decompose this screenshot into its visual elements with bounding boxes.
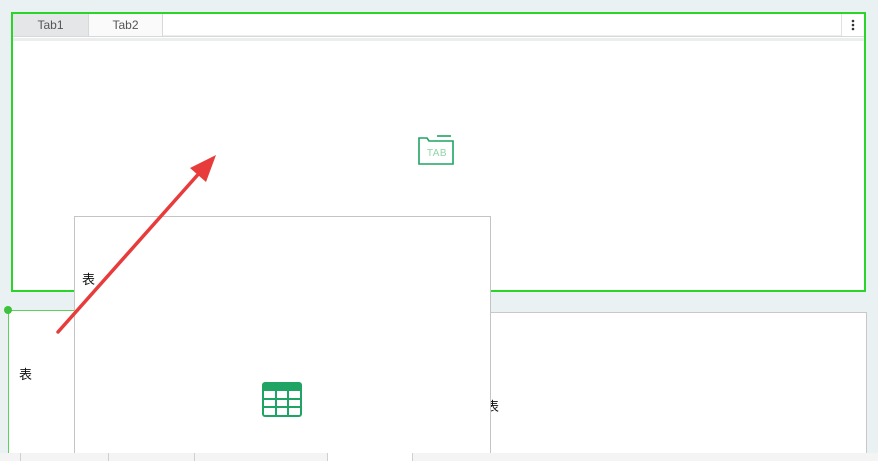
left-table-frame[interactable]: 表 — [8, 310, 79, 461]
table-card-label: 表 — [82, 272, 96, 287]
bottom-tab[interactable] — [194, 453, 327, 461]
tab-content-divider — [13, 38, 864, 41]
bottom-tab[interactable] — [412, 453, 878, 461]
table-icon — [262, 382, 302, 417]
tab-menu-button[interactable] — [841, 14, 864, 36]
bottom-tab-strip — [0, 453, 878, 461]
tab-1[interactable]: Tab1 — [13, 14, 89, 36]
resize-handle[interactable] — [4, 306, 12, 314]
bottom-tab[interactable] — [108, 453, 194, 461]
tab-1-label: Tab1 — [37, 18, 64, 32]
canvas: Tab1 Tab2 TAB 表 表 表 — [0, 0, 878, 461]
bottom-tab[interactable] — [0, 453, 20, 461]
tab-2[interactable]: Tab2 — [89, 14, 163, 36]
tab-bar: Tab1 Tab2 — [13, 14, 864, 37]
bottom-tab[interactable] — [327, 453, 412, 461]
left-frame-label: 表 — [19, 367, 33, 382]
more-vertical-icon — [851, 19, 855, 31]
tab-placeholder: TAB — [417, 134, 457, 166]
tab-bar-spacer — [163, 14, 841, 36]
table-card[interactable]: 表 — [74, 216, 491, 461]
tab-2-label: Tab2 — [112, 18, 139, 32]
right-table-frame[interactable]: 表 — [486, 312, 867, 461]
table-icon-wrap — [262, 382, 302, 422]
bottom-tab[interactable] — [20, 453, 108, 461]
tab-placeholder-text: TAB — [426, 148, 448, 159]
